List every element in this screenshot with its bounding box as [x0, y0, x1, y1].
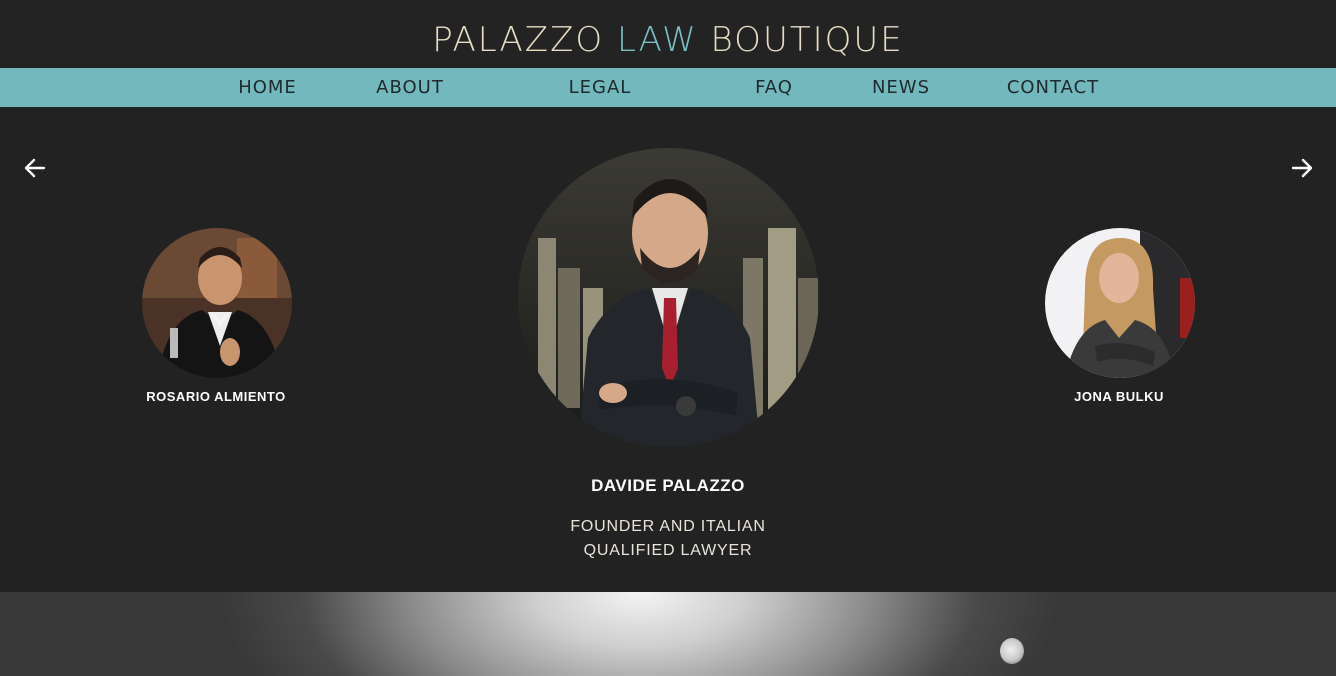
logo-word-law: LAW: [616, 20, 698, 60]
person-photo-icon: [1045, 228, 1195, 378]
arrow-right-icon: [1291, 158, 1313, 178]
person-photo-icon: [142, 228, 292, 378]
carousel-prev-button[interactable]: [23, 154, 47, 182]
logo-word-boutique: BOUTIQUE: [710, 20, 904, 60]
site-logo[interactable]: PALAZZO LAW BOUTIQUE: [0, 18, 1336, 62]
advisor-name-davide[interactable]: DAVIDE PALAZZO: [468, 476, 868, 496]
role-line-1: FOUNDER AND ITALIAN: [570, 518, 766, 535]
light-orb: [1000, 638, 1024, 664]
advisor-portrait-rosario[interactable]: [142, 228, 292, 378]
nav-news[interactable]: NEWS: [864, 68, 938, 107]
nav-home[interactable]: HOME: [230, 68, 305, 107]
advisor-name-rosario[interactable]: ROSARIO ALMIENTO: [116, 389, 316, 404]
carousel-next-button[interactable]: [1290, 154, 1314, 182]
advisor-portrait-davide[interactable]: [518, 148, 819, 447]
nav-about[interactable]: ABOUT: [370, 68, 450, 107]
logo-word-palazzo: PALAZZO: [432, 20, 605, 60]
arrow-left-icon: [24, 158, 46, 178]
nav-contact[interactable]: CONTACT: [1000, 68, 1106, 107]
site-header: PALAZZO LAW BOUTIQUE: [0, 0, 1336, 68]
person-photo-icon: [518, 148, 819, 447]
main-nav: HOME ABOUT LEGAL ADVISORS FAQ NEWS CONTA…: [0, 68, 1336, 137]
nav-legal-advisors[interactable]: LEGAL ADVISORS: [515, 68, 685, 137]
section-background-image: [0, 592, 1336, 676]
advisor-portrait-jona[interactable]: [1045, 228, 1195, 378]
role-line-2: QUALIFIED LAWYER: [583, 542, 753, 559]
advisor-role-davide: FOUNDER AND ITALIAN QUALIFIED LAWYER: [468, 515, 868, 563]
advisor-name-jona[interactable]: JONA BULKU: [1019, 389, 1219, 404]
nav-faq[interactable]: FAQ: [748, 68, 800, 107]
